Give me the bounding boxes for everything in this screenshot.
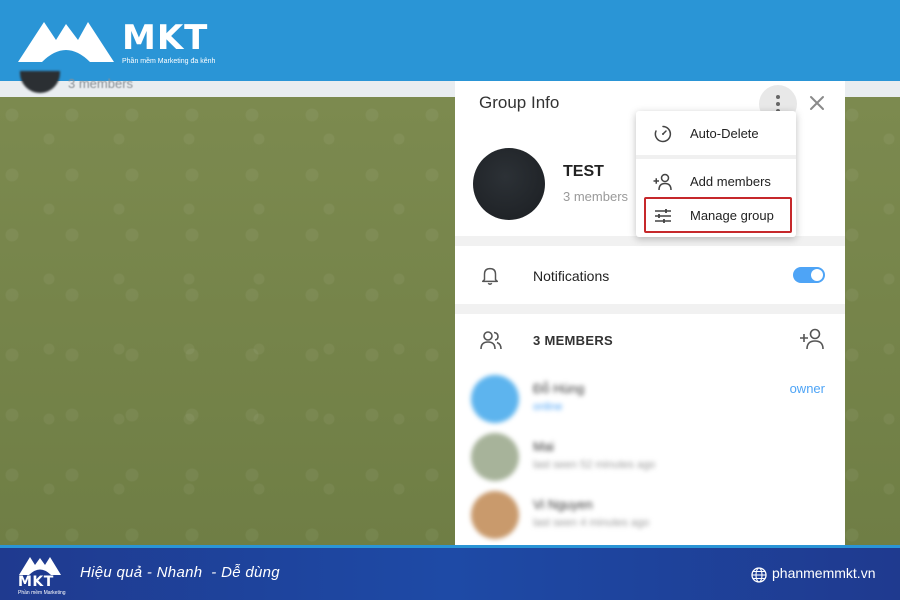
dot-icon bbox=[776, 95, 780, 99]
timer-icon bbox=[654, 125, 672, 143]
menu-separator bbox=[636, 155, 796, 159]
logo-text: MKT bbox=[122, 18, 209, 58]
member-row[interactable]: Đỗ Hùng online owner bbox=[455, 371, 845, 429]
group-member-count: 3 members bbox=[563, 189, 629, 204]
footer-logo-text: MKT bbox=[18, 574, 54, 590]
members-title: 3 MEMBERS bbox=[533, 333, 613, 348]
add-member-icon[interactable] bbox=[799, 327, 825, 351]
manage-group-highlight bbox=[644, 197, 792, 233]
member-avatar bbox=[471, 433, 519, 481]
member-avatar bbox=[471, 491, 519, 539]
close-icon[interactable] bbox=[805, 91, 829, 115]
member-status: last seen 52 minutes ago bbox=[533, 459, 656, 471]
globe-icon bbox=[751, 567, 767, 583]
menu-item-label: Auto-Delete bbox=[690, 126, 759, 141]
chat-avatar bbox=[20, 71, 60, 93]
member-row[interactable]: Vi Nguyen last seen 4 minutes ago bbox=[455, 487, 845, 545]
member-status: last seen 4 minutes ago bbox=[533, 517, 650, 529]
section-divider bbox=[455, 236, 845, 246]
group-name: TEST bbox=[563, 163, 604, 180]
menu-item-add-members[interactable]: Add members bbox=[636, 165, 796, 199]
logo-tagline: Phần mềm Marketing đa kênh bbox=[122, 58, 216, 65]
mkt-logo-icon bbox=[19, 557, 61, 575]
chat-members-text: 3 members bbox=[68, 76, 134, 91]
notifications-label: Notifications bbox=[533, 268, 610, 284]
notifications-toggle[interactable] bbox=[793, 267, 825, 283]
bottom-brand-banner: MKT Phần mềm Marketing Hiệu quả - Nhanh … bbox=[0, 545, 900, 600]
member-name: Đỗ Hùng bbox=[533, 381, 585, 396]
top-brand-banner: MKT Phần mềm Marketing đa kênh bbox=[0, 0, 900, 81]
footer-logo-tagline: Phần mềm Marketing bbox=[18, 590, 66, 596]
members-icon bbox=[480, 331, 502, 350]
dot-icon bbox=[776, 102, 780, 106]
member-row[interactable]: Mai last seen 52 minutes ago bbox=[455, 429, 845, 487]
menu-item-label: Add members bbox=[690, 174, 771, 189]
footer-website-link[interactable]: phanmemmkt.vn bbox=[772, 565, 875, 581]
section-divider bbox=[455, 304, 845, 314]
notifications-row[interactable]: Notifications bbox=[455, 246, 845, 304]
member-role-badge: owner bbox=[789, 381, 825, 396]
menu-item-auto-delete[interactable]: Auto-Delete bbox=[636, 117, 796, 151]
footer-slogan: Hiệu quả - Nhanh - Dễ dùng bbox=[80, 564, 280, 581]
group-avatar[interactable] bbox=[473, 148, 545, 220]
mkt-logo-icon bbox=[18, 22, 114, 62]
member-avatar bbox=[471, 375, 519, 423]
add-user-icon bbox=[653, 173, 672, 191]
member-name: Vi Nguyen bbox=[533, 497, 593, 512]
members-header: 3 MEMBERS bbox=[455, 317, 845, 365]
member-status: online bbox=[533, 401, 563, 413]
bell-icon bbox=[481, 267, 499, 285]
member-name: Mai bbox=[533, 439, 554, 454]
panel-title: Group Info bbox=[479, 93, 560, 112]
